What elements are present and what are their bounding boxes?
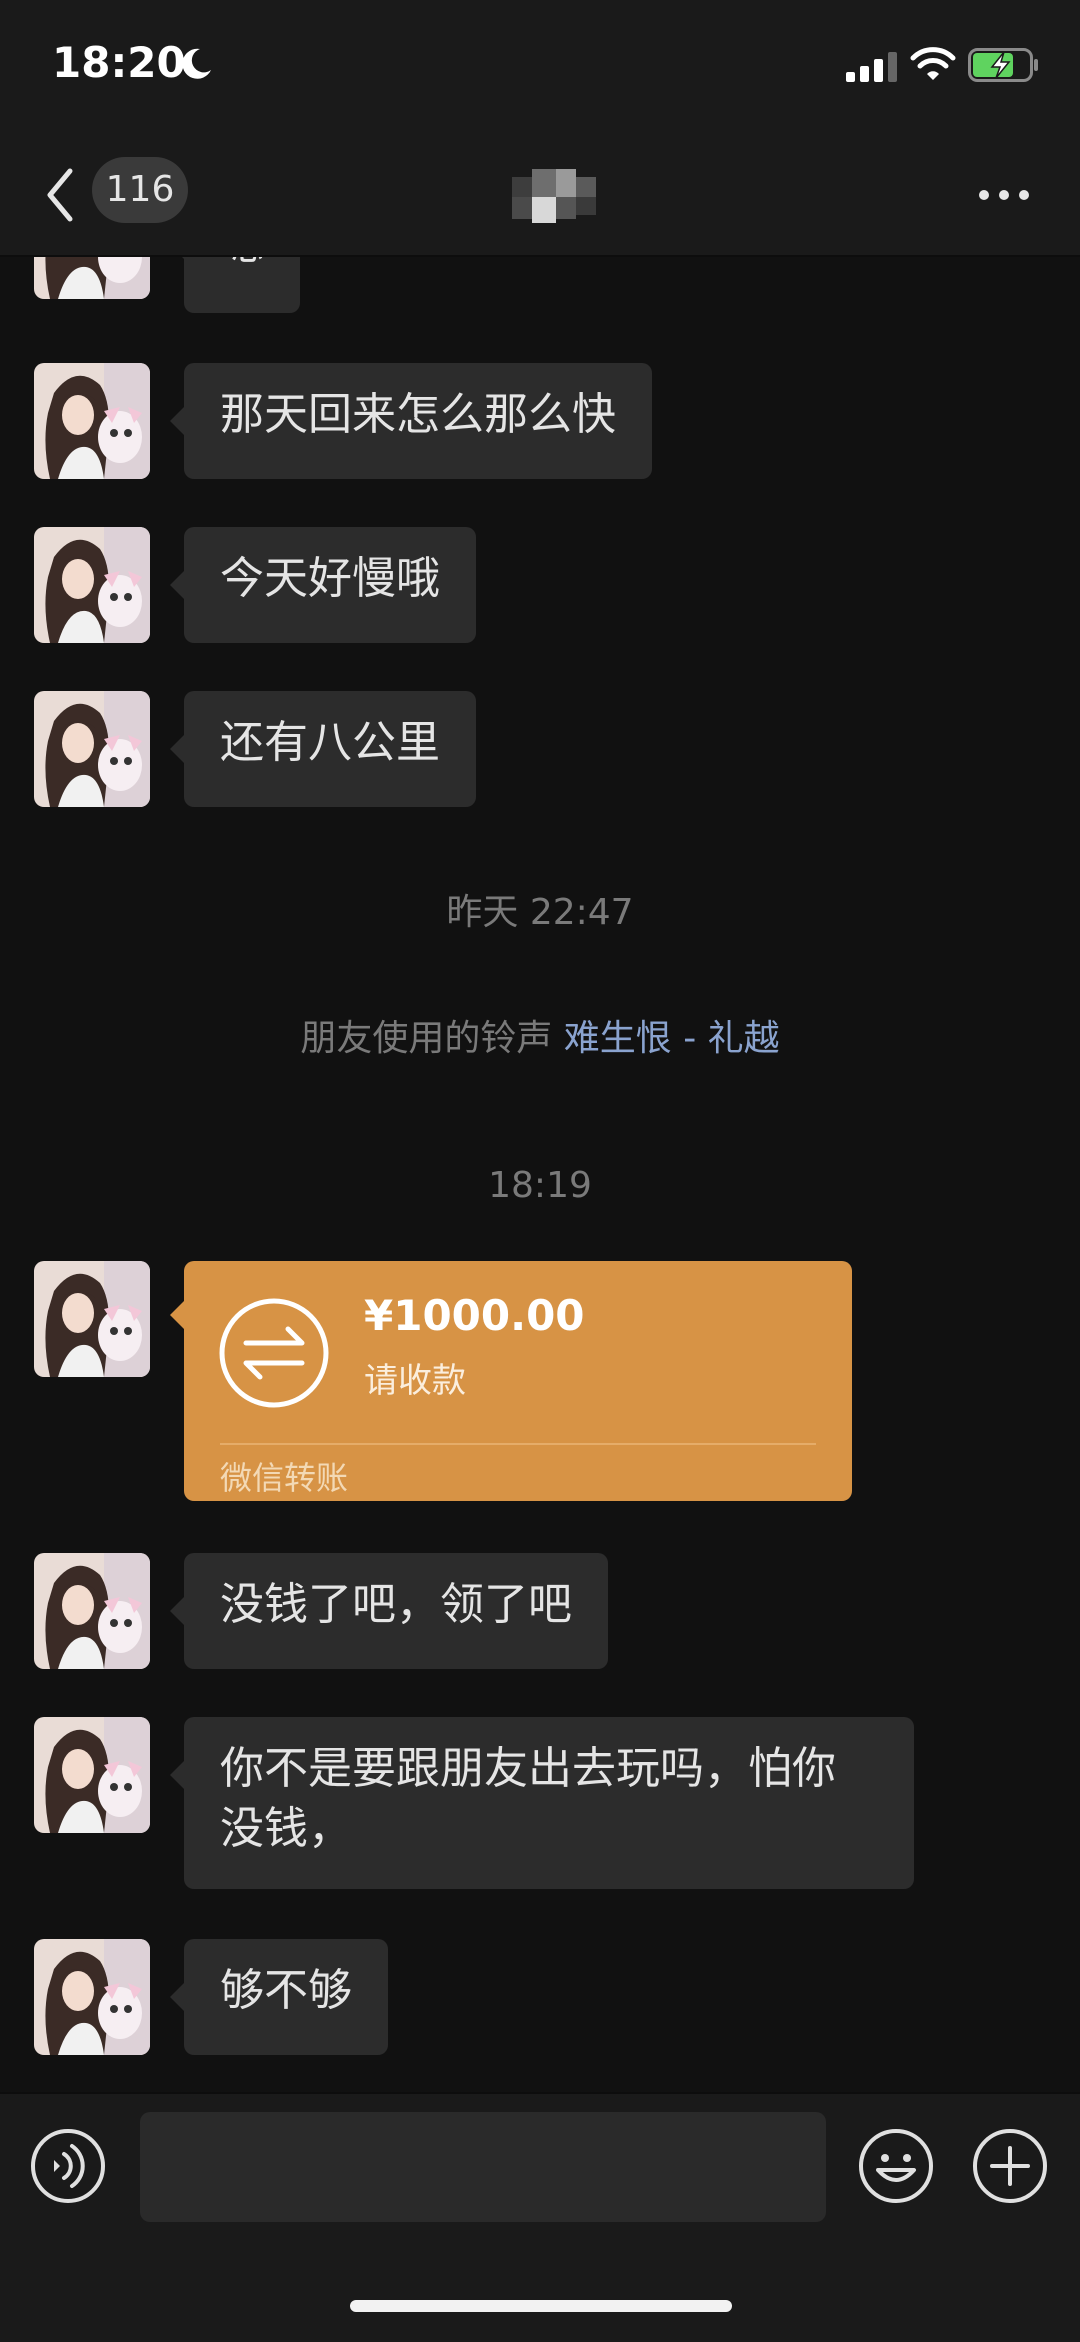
transfer-status: 请收款 xyxy=(364,1361,466,1401)
status-bar: 18:20 xyxy=(0,0,1080,135)
message-list[interactable]: 嗯 那天回来怎么那么快 今天好慢哦 还有八公里 昨天 22:47 朋友使用的铃声… xyxy=(0,257,1080,2087)
message-bubble[interactable]: 那天回来怎么那么快 xyxy=(170,363,652,479)
ringtone-prefix: 朋友使用的铃声 xyxy=(300,1018,553,1059)
message-text: 还有八公里 xyxy=(220,717,440,768)
back-icon[interactable] xyxy=(42,165,78,225)
message-bubble[interactable]: 没钱了吧，领了吧 xyxy=(170,1553,608,1669)
signal-icon xyxy=(846,52,897,82)
message-text-line: 没钱， xyxy=(220,1803,352,1854)
chat-header: 116 xyxy=(0,135,1080,257)
transfer-footer-label: 微信转账 xyxy=(220,1459,349,1497)
message-text: 没钱了吧，领了吧 xyxy=(220,1579,572,1630)
moon-icon xyxy=(182,48,211,79)
message-bubble[interactable]: 嗯 xyxy=(170,257,300,313)
emoji-icon[interactable] xyxy=(858,2128,934,2204)
message-input[interactable] xyxy=(140,2112,826,2222)
contact-avatar[interactable] xyxy=(34,1717,150,1833)
message-text: 够不够 xyxy=(220,1965,352,2016)
battery-charging-icon xyxy=(968,48,1038,82)
contact-avatar[interactable] xyxy=(34,691,150,807)
divider xyxy=(220,1443,816,1445)
message-text: 嗯 xyxy=(220,257,264,270)
contact-avatar[interactable] xyxy=(34,1939,150,2055)
message-bubble[interactable]: 够不够 xyxy=(170,1939,388,2055)
voice-icon[interactable] xyxy=(30,2128,106,2204)
message-text: 今天好慢哦 xyxy=(220,553,440,604)
contact-avatar[interactable] xyxy=(34,527,150,643)
ringtone-song-link[interactable]: 难生恨 - 礼越 xyxy=(564,1018,780,1059)
contact-name-redacted xyxy=(512,169,596,223)
ringtone-notice: 朋友使用的铃声 难生恨 - 礼越 xyxy=(0,1009,1080,1061)
contact-avatar[interactable] xyxy=(34,1553,150,1669)
wechat-transfer-card[interactable]: ¥1000.00 请收款 微信转账 xyxy=(170,1261,852,1501)
plus-icon[interactable] xyxy=(972,2128,1048,2204)
timestamp-label: 18:19 xyxy=(488,1165,592,1206)
more-icon[interactable] xyxy=(976,175,1032,215)
contact-avatar[interactable] xyxy=(34,1261,150,1377)
status-time: 18:20 xyxy=(52,38,186,87)
unread-count-badge[interactable]: 116 xyxy=(92,157,188,223)
timestamp-label: 昨天 22:47 xyxy=(446,892,634,933)
home-indicator[interactable] xyxy=(350,2300,732,2312)
transfer-exchange-icon xyxy=(219,1298,329,1408)
contact-avatar[interactable] xyxy=(34,363,150,479)
message-text: 那天回来怎么那么快 xyxy=(220,389,616,440)
transfer-amount: ¥1000.00 xyxy=(364,1291,585,1340)
message-text-line: 你不是要跟朋友出去玩吗，怕你 xyxy=(220,1743,836,1794)
message-bubble[interactable]: 还有八公里 xyxy=(170,691,476,807)
wifi-icon xyxy=(910,47,956,80)
message-bubble[interactable]: 你不是要跟朋友出去玩吗，怕你 没钱， xyxy=(170,1717,914,1889)
contact-avatar[interactable] xyxy=(34,257,150,299)
message-bubble[interactable]: 今天好慢哦 xyxy=(170,527,476,643)
